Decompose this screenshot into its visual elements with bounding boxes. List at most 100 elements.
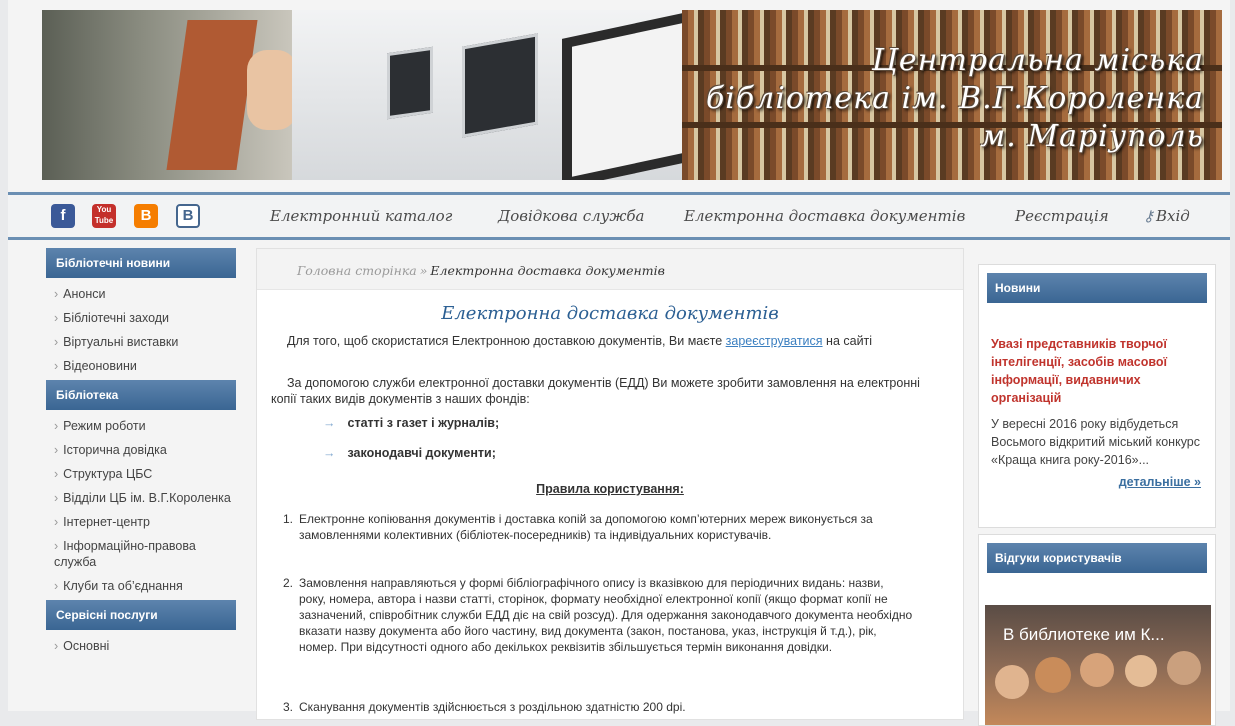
video-figure — [1167, 651, 1201, 685]
sidebar-item-label: Бібліотечні заходи — [63, 311, 170, 325]
left-sidebar: Бібліотечні новини › Анонси › Бібліотечні … — [46, 248, 236, 658]
section-header-library-news: Бібліотечні новини — [46, 248, 236, 278]
key-icon: ⚷ — [1143, 207, 1154, 225]
service-paragraph: За допомогою служби електронної доставки… — [271, 376, 920, 406]
sidebar-item-announcements[interactable]: › Анонси — [46, 282, 236, 306]
rule-number: 1. — [283, 512, 294, 526]
nav-document-delivery[interactable]: Електронна доставка документів — [684, 207, 965, 225]
chevron-right-icon: › — [54, 579, 59, 593]
main-nav: f You Tube B B Електронний каталог Довід… — [8, 192, 1230, 240]
sidebar-item-label: Основні — [63, 639, 110, 653]
chevron-right-icon: › — [54, 359, 59, 373]
reviews-box: Відгуки користувачів В библиотеке им К..… — [978, 534, 1216, 726]
video-title: В библиотеке им К... — [1003, 625, 1165, 644]
chevron-right-icon: › — [54, 491, 59, 505]
nav-electronic-catalog[interactable]: Електронний каталог — [270, 207, 452, 225]
chevron-right-icon: › — [54, 467, 59, 481]
sidebar-item-departments[interactable]: › Відділи ЦБ ім. В.Г.Короленка — [46, 486, 236, 510]
sidebar-item-virtual-exhibitions[interactable]: › Віртуальні виставки — [46, 330, 236, 354]
sidebar-item-label: Інтернет-центр — [63, 515, 150, 529]
intro-paragraph: Для того, щоб скористатися Електронною д… — [271, 333, 941, 349]
breadcrumb-separator: » — [419, 263, 428, 278]
section-header-services: Сервісні послуги — [46, 600, 236, 630]
sidebar-item-structure[interactable]: › Структура ЦБС — [46, 462, 236, 486]
rule-number: 2. — [283, 576, 294, 590]
list-item-text: статті з газет і журналів; — [347, 416, 500, 430]
chevron-right-icon: › — [54, 335, 59, 349]
arrow-right-icon: → — [323, 446, 336, 460]
sidebar-item-legal-service[interactable]: › Інформаційно-правова служба — [46, 534, 236, 574]
sidebar-item-label: Режим роботи — [63, 419, 146, 433]
list-item: → статті з газет і журналів; — [323, 416, 499, 430]
rules-title: Правила користування: — [536, 482, 684, 496]
nav-registration[interactable]: Реєстрація — [1015, 207, 1109, 225]
sidebar-item-history[interactable]: › Історична довідка — [46, 438, 236, 462]
nav-login-label: Вхід — [1156, 207, 1190, 225]
section-header-library: Бібліотека — [46, 380, 236, 410]
nav-reference-service[interactable]: Довідкова служба — [498, 207, 645, 225]
breadcrumb-current: Електронна доставка документів — [430, 263, 665, 278]
sidebar-item-video-news[interactable]: › Відеоновини — [46, 354, 236, 378]
blogger-icon[interactable]: B — [134, 204, 158, 228]
chevron-right-icon: › — [54, 515, 59, 529]
list-item: → законодавчі документи; — [323, 446, 496, 460]
sidebar-item-clubs[interactable]: › Клуби та об’єднання — [46, 574, 236, 598]
sidebar-item-label: Історична довідка — [63, 443, 167, 457]
chevron-right-icon: › — [54, 311, 59, 325]
sidebar-item-working-hours[interactable]: › Режим роботи — [46, 414, 236, 438]
chevron-right-icon: › — [54, 539, 59, 553]
news-header: Новини — [987, 273, 1207, 303]
rule-text: Електронне копіювання документів і доста… — [299, 512, 873, 542]
sidebar-item-label: Інформаційно-правова служба — [54, 539, 196, 569]
rule-text: Замовлення направляються у формі бібліог… — [299, 576, 913, 654]
facebook-icon[interactable]: f — [51, 204, 75, 228]
vkontakte-icon[interactable]: B — [176, 204, 200, 228]
page: Центральна міська бібліотека ім. В.Г.Кор… — [8, 0, 1230, 726]
rule-text: Сканування документів здійснюється з роз… — [299, 700, 686, 714]
sidebar-item-label: Структура ЦБС — [63, 467, 153, 481]
breadcrumb-home-link[interactable]: Головна сторінка — [297, 263, 417, 278]
rule-item: 1. Електронне копіювання документів і дос… — [283, 511, 913, 543]
sidebar-item-label: Клуби та об’єднання — [63, 579, 183, 593]
banner-monitor — [462, 33, 538, 138]
youtube-icon[interactable]: You Tube — [92, 204, 116, 228]
library-title-line: бібліотека ім. В.Г.Короленка — [706, 81, 1204, 116]
reviews-header: Відгуки користувачів — [987, 543, 1207, 573]
main-content: Головна сторінка» Електронна доставка док… — [256, 248, 964, 720]
intro-text: Для того, щоб скористатися Електронною д… — [287, 334, 726, 348]
video-figure — [1035, 657, 1071, 693]
more-link[interactable]: детальніше » — [979, 475, 1201, 489]
video-figure — [1080, 653, 1114, 687]
video-figure — [995, 665, 1029, 699]
nav-login[interactable]: ⚷ Вхід — [1143, 207, 1190, 225]
chevron-right-icon: › — [54, 287, 59, 301]
sidebar-item-events[interactable]: › Бібліотечні заходи — [46, 306, 236, 330]
rule-item: 2. Замовлення направляються у формі біблі… — [283, 575, 913, 655]
chevron-right-icon: › — [54, 639, 59, 653]
page-title: Електронна доставка документів — [441, 303, 779, 324]
banner-monitor — [562, 11, 692, 180]
sidebar-item-label: Відділи ЦБ ім. В.Г.Короленка — [63, 491, 231, 505]
sidebar-item-basic[interactable]: › Основні — [46, 634, 236, 658]
video-figure — [1125, 655, 1157, 687]
banner-monitor — [387, 46, 433, 120]
library-title-line: Центральна міська — [871, 43, 1204, 78]
sidebar-item-label: Відеоновини — [63, 359, 137, 373]
chevron-right-icon: › — [54, 443, 59, 457]
arrow-right-icon: → — [323, 416, 336, 430]
register-link[interactable]: зареєструватися — [726, 334, 823, 348]
library-title: Центральна міська бібліотека ім. В.Г.Кор… — [706, 42, 1204, 156]
breadcrumb: Головна сторінка» Електронна доставка док… — [297, 263, 665, 278]
chevron-right-icon: › — [54, 419, 59, 433]
news-headline[interactable]: Увазі представників творчої інтелігенції… — [991, 335, 1205, 407]
banner-hand — [247, 50, 297, 130]
rule-number: 3. — [283, 700, 294, 714]
sidebar-item-label: Віртуальні виставки — [63, 335, 179, 349]
intro-text-end: на сайті — [822, 334, 873, 348]
sidebar-item-label: Анонси — [63, 287, 106, 301]
list-item-text: законодавчі документи; — [347, 446, 496, 460]
video-thumbnail[interactable]: В библиотеке им К... — [985, 605, 1211, 725]
sidebar-item-internet-center[interactable]: › Інтернет-центр — [46, 510, 236, 534]
library-title-line: м. Маріуполь — [980, 119, 1204, 154]
rule-item: 3. Сканування документів здійснюється з р… — [283, 699, 913, 715]
